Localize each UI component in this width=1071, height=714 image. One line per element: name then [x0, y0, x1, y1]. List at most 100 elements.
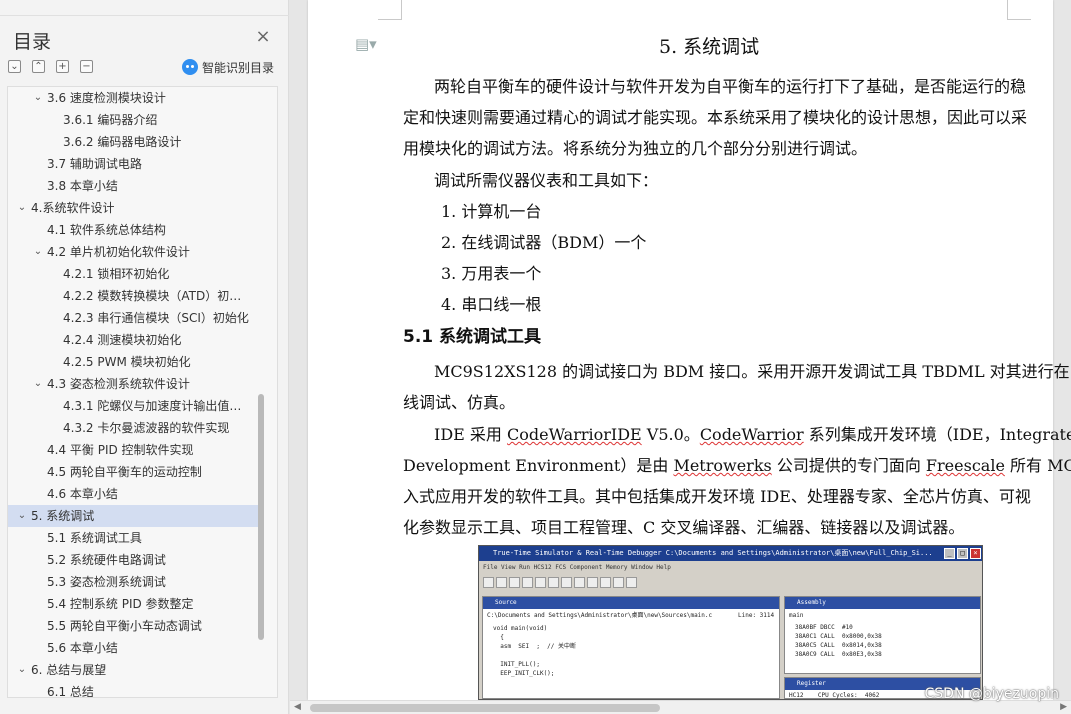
toc-item[interactable]: ⌄ 5. 系统调试	[8, 505, 258, 527]
chevron-down-icon[interactable]: ⌄	[32, 373, 44, 395]
chevron-down-icon[interactable]: ⌄	[16, 197, 28, 219]
toc-item-label: 3.7 辅助调试电路	[47, 157, 142, 171]
horizontal-scrollbar[interactable]: ◀ ▶	[290, 700, 1071, 714]
toc-item-label: 5.3 姿态检测系统调试	[47, 575, 166, 589]
chevron-down-icon[interactable]: ⌄	[16, 659, 28, 681]
toc-item-label: 4.3.1 陀螺仪与加速度计输出值转换	[63, 399, 253, 413]
toolbar-icon	[535, 577, 546, 588]
toc-item[interactable]: 4.3.1 陀螺仪与加速度计输出值转换	[8, 395, 258, 417]
add-heading-button[interactable]: +	[56, 60, 69, 73]
toc-title: 目录	[13, 31, 52, 53]
source-pane-title: Source	[483, 597, 779, 609]
assembly-code: 38A0BF DBCC #10 38A0C1 CALL 0x8000,0x38 …	[795, 624, 882, 658]
toc-item-label: 3.6 速度检测模块设计	[47, 91, 166, 105]
toc-item[interactable]: 4.2.5 PWM 模块初始化	[8, 351, 258, 373]
toc-item-label: 6. 总结与展望	[31, 663, 107, 677]
toc-item-label: 4.3.2 卡尔曼滤波器的软件实现	[63, 421, 230, 435]
toc-item-label: 6.1 总结	[47, 685, 94, 698]
assembly-pane: Assembly main 38A0BF DBCC #10 38A0C1 CAL…	[784, 596, 981, 674]
toc-item[interactable]: 3.6.1 编码器介绍	[8, 109, 258, 131]
close-icon[interactable]: ×	[255, 28, 271, 46]
register-text: HC12 CPU Cycles: 4062	[789, 692, 880, 699]
toc-item[interactable]: 4.6 本章小结	[8, 483, 258, 505]
assembly-sub: main	[789, 612, 804, 619]
toc-item[interactable]: 4.5 两轮自平衡车的运动控制	[8, 461, 258, 483]
paragraph-line: 线调试、仿真。	[403, 393, 516, 412]
toc-item-label: 5.5 两轮自平衡小车动态调试	[47, 619, 202, 633]
embedded-debugger-image: True-Time Simulator & Real-Time Debugger…	[478, 545, 983, 700]
source-code: void main(void) { asm SEI ; // 关中断 INIT_…	[493, 625, 577, 677]
section-heading: 5. 系统调试	[659, 36, 760, 58]
toc-item-label: 4.3 姿态检测系统软件设计	[47, 377, 190, 391]
toc-tree: ⌄ 3.6 速度检测模块设计 3.6.1 编码器介绍 3.6.2 编码器电路设计 3.7…	[7, 86, 278, 698]
chevron-down-icon[interactable]: ⌄	[32, 241, 44, 263]
paragraph-line: 定和快速则需要通过精心的调试才能实现。本系统采用了模块化的设计思想，因此可以采	[403, 108, 1028, 127]
toolbar-icon	[496, 577, 507, 588]
toolbar-icon	[587, 577, 598, 588]
text-run: 公司提供的专门面向	[771, 456, 926, 475]
toc-item[interactable]: ⌄ 4.3 姿态检测系统软件设计	[8, 373, 258, 395]
document-page: ▤▾ 5. 系统调试 两轮自平衡车的硬件设计与软件开发为自平衡车的运行打下了基础…	[308, 0, 1071, 700]
toolbar-icon	[509, 577, 520, 588]
toc-item-label: 4.5 两轮自平衡车的运动控制	[47, 465, 202, 479]
scroll-right-icon[interactable]: ▶	[1060, 702, 1067, 712]
document-area: ▤▾ 5. 系统调试 两轮自平衡车的硬件设计与软件开发为自平衡车的运行打下了基础…	[290, 0, 1071, 700]
toc-item[interactable]: 4.3.2 卡尔曼滤波器的软件实现	[8, 417, 258, 439]
toolbar-icon	[522, 577, 533, 588]
toc-item[interactable]: 4.2.4 测速模块初始化	[8, 329, 258, 351]
close-icon: ×	[970, 548, 981, 559]
toc-item-label: 4.2.4 测速模块初始化	[63, 333, 182, 347]
toc-item[interactable]: 3.8 本章小结	[8, 175, 258, 197]
toc-item[interactable]: 6.1 总结	[8, 681, 258, 698]
collapse-all-button[interactable]: ⌄	[8, 60, 21, 73]
toc-item[interactable]: ⌄ 6. 总结与展望	[8, 659, 258, 681]
toc-item[interactable]: 4.2.2 模数转换模块（ATD）初始化	[8, 285, 258, 307]
toc-item[interactable]: 5.1 系统调试工具	[8, 527, 258, 549]
toolbar-icon	[626, 577, 637, 588]
expand-all-button[interactable]: ⌃	[32, 60, 45, 73]
horizontal-scroll-thumb[interactable]	[310, 704, 660, 712]
toc-item[interactable]: 4.2.1 锁相环初始化	[8, 263, 258, 285]
toc-item-label: 5.4 控制系统 PID 参数整定	[47, 597, 194, 611]
toc-item[interactable]: 5.3 姿态检测系统调试	[8, 571, 258, 593]
toc-item[interactable]: 4.1 软件系统总体结构	[8, 219, 258, 241]
toc-item[interactable]: 5.2 系统硬件电路调试	[8, 549, 258, 571]
toc-item[interactable]: ⌄ 4.2 单片机初始化软件设计	[8, 241, 258, 263]
scroll-left-icon[interactable]: ◀	[294, 702, 301, 712]
toc-scrollbar[interactable]	[258, 394, 264, 640]
toolbar-icon	[483, 577, 494, 588]
toolbar-icon	[548, 577, 559, 588]
toc-item[interactable]: 3.6.2 编码器电路设计	[8, 131, 258, 153]
remove-heading-button[interactable]: −	[80, 60, 93, 73]
toc-item[interactable]: 5.5 两轮自平衡小车动态调试	[8, 615, 258, 637]
toc-item[interactable]: 3.7 辅助调试电路	[8, 153, 258, 175]
toc-item-label: 3.6.1 编码器介绍	[63, 113, 158, 127]
assembly-pane-title: Assembly	[785, 597, 980, 609]
toc-item[interactable]: ⌄ 4.系统软件设计	[8, 197, 258, 219]
chevron-down-icon[interactable]: ⌄	[16, 505, 28, 527]
toc-item[interactable]: ⌄ 3.6 速度检测模块设计	[8, 87, 258, 109]
toolbar-icon	[613, 577, 624, 588]
subsection-heading: 5.1 系统调试工具	[403, 327, 542, 347]
toc-pane: 目录 × ⌄ ⌃ + − 智能识别目录 ⌄ 3.6 速度检测模块设计 3.6.1 编…	[0, 0, 289, 714]
chevron-down-icon[interactable]: ⌄	[32, 87, 44, 109]
toc-item[interactable]: 4.4 平衡 PID 控制软件实现	[8, 439, 258, 461]
smart-toc-icon	[182, 59, 198, 75]
toc-item[interactable]: 5.4 控制系统 PID 参数整定	[8, 593, 258, 615]
toc-item-label: 4.1 软件系统总体结构	[47, 223, 166, 237]
list-item: 2. 在线调试器（BDM）一个	[441, 233, 647, 252]
toc-item-label: 4.2.2 模数转换模块（ATD）初始化	[63, 289, 253, 303]
toc-item[interactable]: 5.6 本章小结	[8, 637, 258, 659]
toc-item-label: 5. 系统调试	[31, 509, 95, 523]
text-run: V5.0。	[641, 425, 700, 444]
list-item: 1. 计算机一台	[441, 202, 542, 221]
smart-toc-button[interactable]: 智能识别目录	[182, 58, 274, 76]
page-menu-icon[interactable]: ▤▾	[355, 35, 377, 53]
toc-item-label: 3.6.2 编码器电路设计	[63, 135, 182, 149]
paragraph-line: 两轮自平衡车的硬件设计与软件开发为自平衡车的运行打下了基础，是否能运行的稳	[434, 77, 1027, 96]
toc-item[interactable]: 4.2.3 串行通信模块（SCI）初始化	[8, 307, 258, 329]
paragraph-line: IDE 采用 CodeWarriorIDE V5.0。CodeWarrior 系…	[434, 421, 1071, 445]
toolbar-icon	[561, 577, 572, 588]
toc-item-label: 4.6 本章小结	[47, 487, 118, 501]
toc-item-label: 5.2 系统硬件电路调试	[47, 553, 166, 567]
